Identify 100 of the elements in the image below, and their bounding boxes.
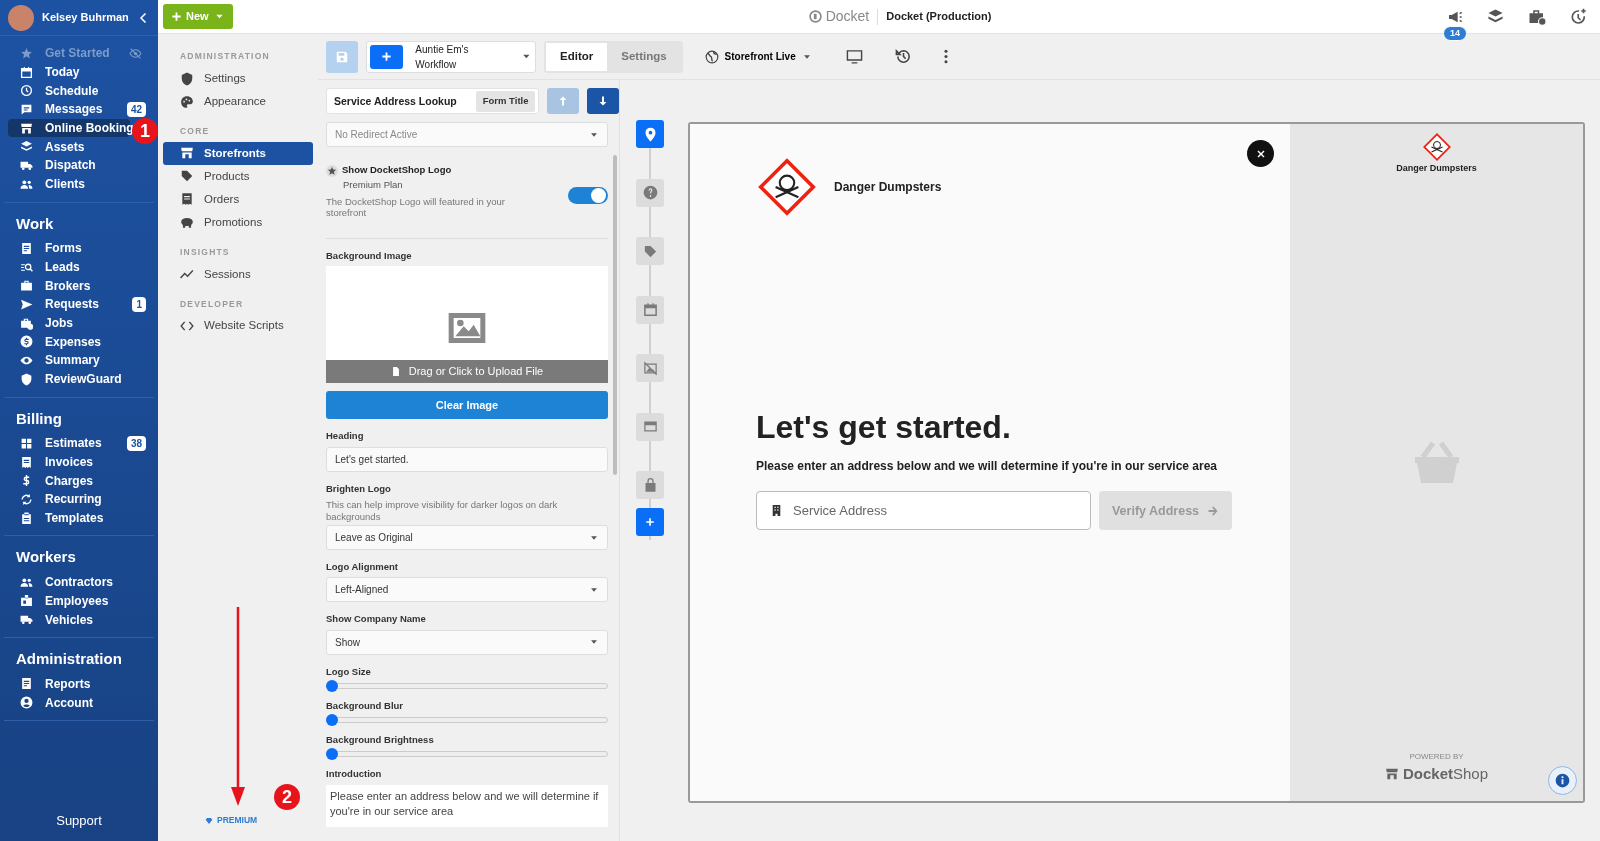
count-badge: 42 xyxy=(126,102,146,118)
view-tab[interactable]: Editor xyxy=(546,42,608,71)
sidebar-item[interactable]: Forms xyxy=(8,239,130,258)
briefcase-clock-icon xyxy=(20,316,33,330)
field-label: Heading xyxy=(326,428,365,443)
sidebar-item[interactable]: ReviewGuard xyxy=(8,369,130,389)
logo-mark-icon xyxy=(808,10,822,24)
sidebar-item[interactable]: Vehicles xyxy=(8,610,130,629)
step-button[interactable] xyxy=(636,120,664,149)
image-drop-zone[interactable] xyxy=(326,265,608,360)
select-field[interactable]: Left-Aligned xyxy=(326,577,608,603)
chat-icon xyxy=(20,102,33,116)
section-heading: Administration xyxy=(15,649,123,669)
sidebar-item[interactable]: Leads xyxy=(8,257,130,277)
sidebar-item[interactable]: Employees xyxy=(8,591,130,611)
sidebar-item[interactable]: Invoices xyxy=(8,452,130,472)
step-button[interactable] xyxy=(636,354,664,383)
sidebar-item[interactable]: Jobs xyxy=(8,313,130,333)
section-heading: Billing xyxy=(15,408,63,429)
help-text: This can help improve visibility for darker logos on dark backgrounds xyxy=(326,499,559,523)
text-area[interactable]: Please enter an address below and we will determine if you're in our service area xyxy=(326,784,608,827)
redirect-select[interactable]: No Redirect Active xyxy=(326,122,608,148)
status-dropdown[interactable]: Storefront Live xyxy=(698,48,818,66)
sidebar-item[interactable]: Summary xyxy=(8,351,130,370)
nav-item[interactable]: Promotions xyxy=(163,210,313,234)
sidebar-item[interactable]: Schedule xyxy=(8,81,130,101)
step-button[interactable] xyxy=(636,237,664,266)
select-field[interactable]: Show xyxy=(326,629,608,655)
sidebar-item[interactable]: Templates xyxy=(8,508,130,528)
sidebar-item[interactable]: Expenses xyxy=(8,332,130,352)
sidebar-item[interactable]: Reports xyxy=(8,674,130,694)
step-marker: 2 xyxy=(274,784,300,810)
sidebar-item[interactable]: Requests xyxy=(8,295,130,314)
add-step-button[interactable] xyxy=(636,507,664,536)
sidebar-item[interactable]: Dispatch xyxy=(8,156,130,175)
info-button[interactable] xyxy=(1548,766,1577,795)
sidebar-item[interactable]: Today xyxy=(8,62,130,82)
form-name: Service Address Lookup xyxy=(334,93,457,109)
document-icon xyxy=(20,677,33,691)
sidebar-item[interactable]: Clients xyxy=(8,174,130,194)
section-heading: Work xyxy=(15,213,55,234)
step-button[interactable] xyxy=(636,178,664,207)
receipt-icon xyxy=(180,192,194,207)
storefront-icon xyxy=(180,146,194,161)
step-button[interactable] xyxy=(636,471,664,500)
close-button[interactable] xyxy=(1247,140,1274,168)
scrollbar[interactable] xyxy=(613,155,617,476)
workflow-select[interactable]: Auntie Em's Workflow xyxy=(366,40,536,73)
refresh-icon xyxy=(20,492,33,506)
clock-icon xyxy=(20,84,33,98)
briefcase-icon xyxy=(20,279,33,293)
sidebar-item[interactable]: Charges xyxy=(8,471,130,491)
clipboard-icon xyxy=(20,511,33,525)
slider-thumb[interactable] xyxy=(326,679,338,692)
range-slider[interactable] xyxy=(326,751,608,758)
dollar-coin-icon xyxy=(20,335,33,349)
step-button[interactable] xyxy=(636,295,664,324)
slider-thumb[interactable] xyxy=(326,748,338,761)
slider-thumb[interactable] xyxy=(326,714,338,727)
sidebar-item[interactable]: Brokers xyxy=(8,276,130,296)
move-button[interactable] xyxy=(587,88,619,115)
nav-item[interactable]: Products xyxy=(163,164,313,188)
field-label: Logo Size xyxy=(326,664,372,679)
credit-card-icon xyxy=(642,419,658,435)
field-label: Background Brightness xyxy=(326,733,435,748)
address-field[interactable]: Service Address xyxy=(756,491,1091,531)
nav-item[interactable]: Sessions xyxy=(163,262,313,286)
input-field[interactable]: Let's get started. xyxy=(326,447,608,473)
nav-item[interactable]: Settings xyxy=(163,67,313,91)
question-icon xyxy=(642,185,658,201)
company-name: Danger Dumpsters xyxy=(834,179,942,197)
range-slider[interactable] xyxy=(326,717,608,724)
sidebar-item[interactable]: Recurring xyxy=(8,490,130,509)
page-heading: Let's get started. xyxy=(756,408,1012,448)
range-slider[interactable] xyxy=(326,682,608,689)
step-button[interactable] xyxy=(636,412,664,441)
storefront-icon xyxy=(1384,766,1399,781)
nav-item[interactable]: Website Scripts xyxy=(163,314,313,338)
section-heading: INSIGHTS xyxy=(179,245,231,259)
sidebar-item[interactable]: Account xyxy=(8,693,130,712)
view-tab[interactable]: Settings xyxy=(607,42,681,71)
support-button[interactable]: Support xyxy=(0,801,158,841)
user-name: Kelsey Buhrman xyxy=(42,11,130,24)
toggle-description: The DocketShop Logo will featured in your storefront xyxy=(326,195,507,219)
clear-image-button[interactable]: Clear Image xyxy=(326,390,608,419)
nav-item[interactable]: Appearance xyxy=(163,90,313,114)
avatar[interactable] xyxy=(8,4,34,31)
sidebar-item[interactable]: Assets xyxy=(8,137,130,157)
select-field[interactable]: Leave as Original xyxy=(326,525,608,551)
nav-item[interactable]: Storefronts xyxy=(163,141,313,165)
star-icon xyxy=(326,164,338,177)
document-icon xyxy=(20,241,33,255)
sidebar-item[interactable]: Contractors xyxy=(8,572,130,592)
premium-link[interactable]: PREMIUM xyxy=(205,814,258,827)
field-label: Background Blur xyxy=(326,698,405,713)
add-workflow-button[interactable] xyxy=(370,44,404,69)
toggle-switch[interactable] xyxy=(568,187,608,205)
nav-item[interactable]: Orders xyxy=(163,187,313,211)
upload-button[interactable]: Drag or Click to Upload File xyxy=(326,359,608,383)
powered-by-label: POWERED BY xyxy=(1409,750,1464,763)
